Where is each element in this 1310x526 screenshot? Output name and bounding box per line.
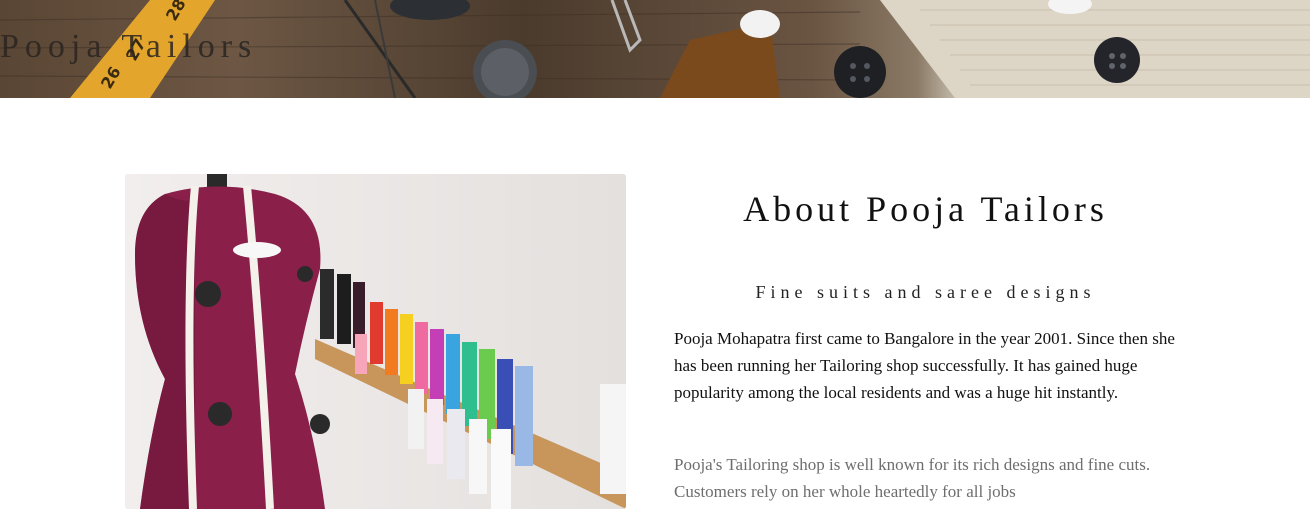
about-paragraph-2: Pooja's Tailoring shop is well known for… [674,455,1151,501]
about-heading: About Pooja Tailors [743,189,1108,229]
about-paragraph-1: Pooja Mohapatra first came to Bangalore … [674,329,1175,402]
hero-banner: 28 27 26 Pooja Tailors [0,0,1310,98]
site-title[interactable]: Pooja Tailors [0,28,257,66]
dress-form [135,174,330,509]
about-subheading: Fine suits and saree designs [755,282,1096,302]
dress-form-illustration [125,174,626,509]
about-image [125,174,626,509]
